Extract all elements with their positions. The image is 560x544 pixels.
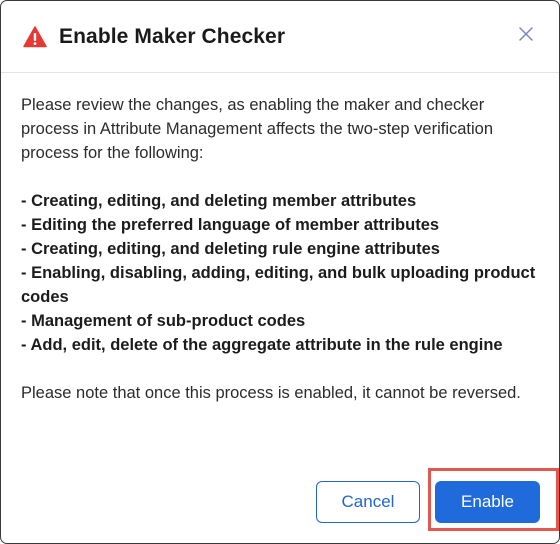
list-item: - Creating, editing, and deleting member… bbox=[21, 192, 417, 210]
close-icon[interactable] bbox=[517, 25, 535, 43]
dialog-body: Please review the changes, as enabling t… bbox=[1, 73, 559, 405]
enable-maker-checker-dialog: Enable Maker Checker Please review the c… bbox=[0, 0, 560, 544]
list-item: - Creating, editing, and deleting rule e… bbox=[21, 240, 440, 258]
dialog-title: Enable Maker Checker bbox=[59, 24, 286, 48]
dialog-header: Enable Maker Checker bbox=[1, 1, 559, 73]
list-item: - Add, edit, delete of the aggregate att… bbox=[21, 336, 503, 354]
cancel-button[interactable]: Cancel bbox=[316, 481, 420, 523]
warning-icon bbox=[23, 25, 47, 49]
list-item: - Enabling, disabling, adding, editing, … bbox=[21, 264, 536, 306]
intro-text: Please review the changes, as enabling t… bbox=[21, 96, 494, 162]
affected-process-list: - Creating, editing, and deleting member… bbox=[21, 189, 539, 357]
irreversible-note: Please note that once this process is en… bbox=[21, 384, 521, 402]
list-item: - Editing the preferred language of memb… bbox=[21, 216, 440, 234]
dialog-footer: Cancel Enable bbox=[1, 457, 559, 543]
enable-button[interactable]: Enable bbox=[435, 481, 540, 523]
list-item: - Management of sub-product codes bbox=[21, 312, 306, 330]
